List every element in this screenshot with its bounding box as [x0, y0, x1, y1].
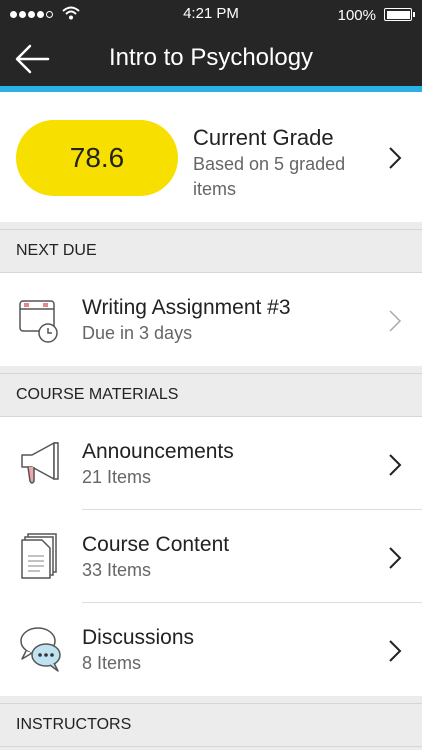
list-item-discussions[interactable]: Discussions 8 Items	[0, 603, 422, 696]
battery-percentage: 100%	[337, 7, 376, 24]
page-title: Intro to Psychology	[108, 44, 314, 71]
chat-bubbles-icon	[20, 627, 61, 672]
item-count: 33 Items	[82, 560, 152, 580]
assignment-title: Writing Assignment #3	[82, 296, 291, 319]
document-stack-icon	[21, 533, 57, 579]
item-title: Course Content	[82, 533, 230, 556]
navigation-bar: Intro to Psychology	[0, 30, 422, 92]
section-header-next-due: NEXT DUE	[0, 229, 422, 273]
item-count: 21 Items	[82, 467, 152, 487]
battery-icon	[384, 8, 415, 21]
assignment-due: Due in 3 days	[82, 323, 193, 343]
calendar-clock-icon	[19, 300, 58, 343]
chevron-right-icon	[389, 147, 402, 169]
megaphone-icon	[21, 442, 59, 484]
item-count: 8 Items	[82, 653, 142, 673]
list-item-announcements[interactable]: Announcements 21 Items	[0, 417, 422, 510]
current-grade-card[interactable]: 78.6 Current Grade Based on 5 graded ite…	[0, 92, 422, 222]
grade-badge: 78.6	[16, 120, 178, 196]
item-title: Discussions	[82, 626, 195, 649]
chevron-right-icon	[389, 310, 402, 332]
grade-subtitle: Based on 5 graded items	[193, 154, 346, 199]
next-due-item[interactable]: Writing Assignment #3 Due in 3 days	[0, 273, 422, 366]
list-item-course-content[interactable]: Course Content 33 Items	[0, 510, 422, 603]
status-bar: 4:21 PM 100%	[0, 0, 422, 30]
grade-title: Current Grade	[193, 125, 334, 150]
chevron-right-icon	[389, 547, 402, 569]
section-header-course-materials: COURSE MATERIALS	[0, 373, 422, 417]
chevron-right-icon	[389, 454, 402, 476]
section-header-instructors: INSTRUCTORS	[0, 703, 422, 747]
item-title: Announcements	[82, 440, 234, 463]
chevron-right-icon	[389, 640, 402, 662]
